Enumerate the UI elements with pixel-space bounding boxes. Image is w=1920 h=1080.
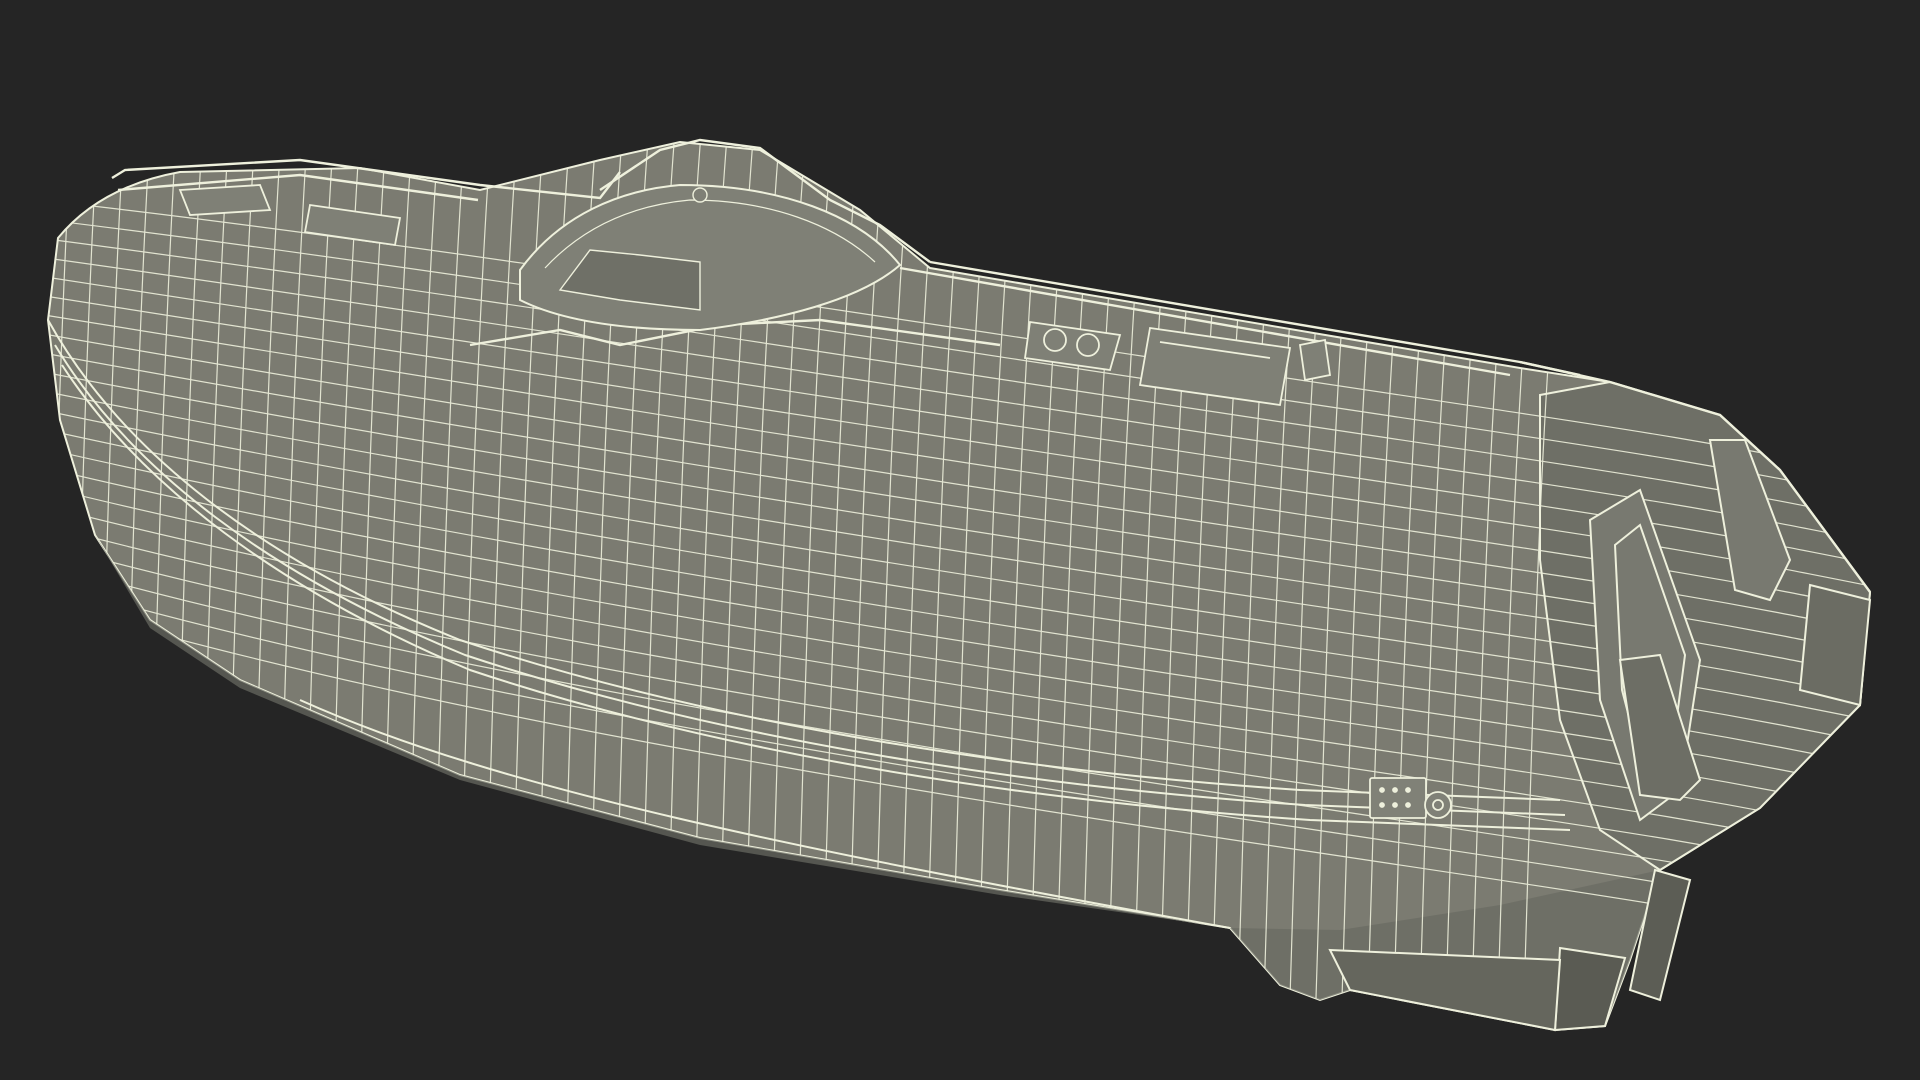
- keel-skeg: [1328, 946, 1627, 1032]
- render-viewport: [46, 138, 1872, 1032]
